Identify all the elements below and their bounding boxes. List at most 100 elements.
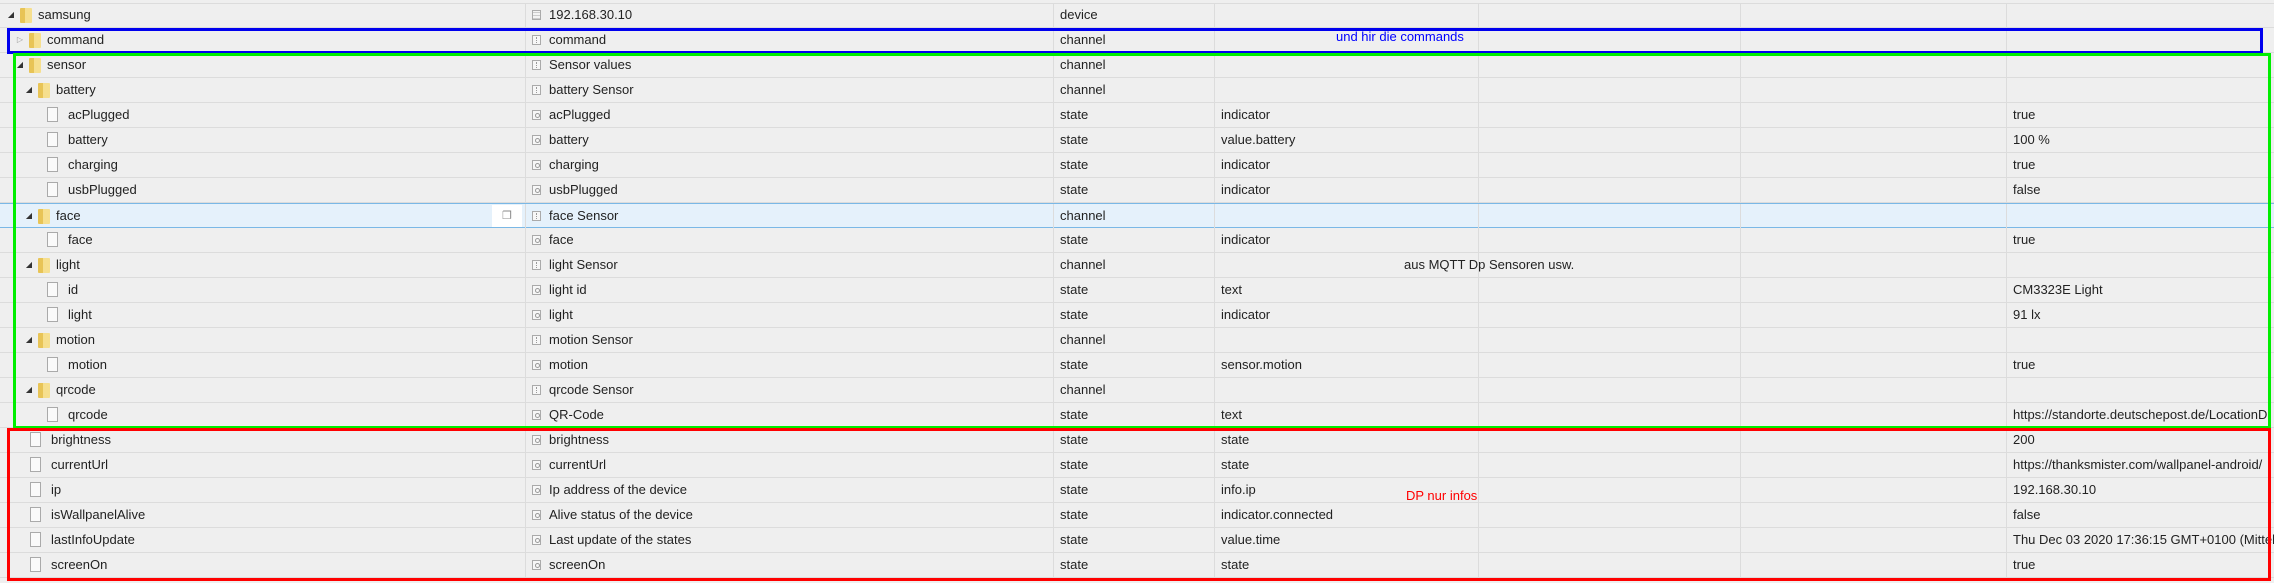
tree-row[interactable]: face face state indicator true [0,228,2274,253]
title-cell: currentUrl [525,453,1053,477]
file-icon [30,432,41,447]
title-cell: acPlugged [525,103,1053,127]
tree-row[interactable]: usbPlugged usbPlugged state indicator false [0,178,2274,203]
object-name: qrcode [68,407,108,422]
room-cell [1478,128,1740,152]
object-title: brightness [549,432,609,447]
collapse-arrow-icon[interactable]: ◢ [24,78,34,102]
tree-row[interactable]: light light state indicator 91 lx [0,303,2274,328]
function-cell [1740,428,2006,452]
tree-row[interactable]: ▷ command command channel [0,28,2274,53]
type-cell: state [1053,403,1214,427]
folder-icon [38,83,50,98]
title-cell: light [525,303,1053,327]
tree-row[interactable]: ◢ sensor Sensor values channel [0,53,2274,78]
tree-row[interactable]: charging charging state indicator true [0,153,2274,178]
title-cell: command [525,28,1053,52]
collapse-arrow-icon[interactable]: ◢ [24,253,34,277]
type-cell: state [1053,503,1214,527]
tree-row[interactable]: ◢ light light Sensor channel [0,253,2274,278]
room-cell [1478,553,1740,577]
value-cell: 200 [2006,428,2274,452]
title-cell: face Sensor [525,204,1053,228]
room-cell [1478,78,1740,102]
object-title: usbPlugged [549,182,618,197]
tree-row[interactable]: currentUrl currentUrl state state https://th… [0,453,2274,478]
function-cell [1740,328,2006,352]
state-icon [532,160,541,170]
channel-icon [532,385,541,395]
function-cell [1740,303,2006,327]
tree-row[interactable]: isWallpanelAlive Alive status of the devi… [0,503,2274,528]
room-cell [1478,328,1740,352]
tree-row[interactable]: ◢ qrcode qrcode Sensor channel [0,378,2274,403]
state-icon [532,485,541,495]
tree-row[interactable]: motion motion state sensor.motion true [0,353,2274,378]
folder-icon [38,333,50,348]
function-cell [1740,78,2006,102]
tree-row[interactable]: lastInfoUpdate Last update of the states s… [0,528,2274,553]
value-cell: true [2006,153,2274,177]
title-cell: brightness [525,428,1053,452]
file-icon [30,532,41,547]
role-cell: indicator [1214,153,1478,177]
collapse-arrow-icon[interactable]: ◢ [24,378,34,402]
object-name: lastInfoUpdate [51,532,135,547]
state-icon [532,560,541,570]
role-cell: state [1214,553,1478,577]
collapse-arrow-icon[interactable]: ◢ [6,3,16,27]
value-cell: CM3323E Light [2006,278,2274,302]
collapse-arrow-icon[interactable]: ◢ [24,328,34,352]
collapse-arrow-icon[interactable]: ◢ [24,204,34,228]
tree-row[interactable]: brightness brightness state state 200 [0,428,2274,453]
object-name: battery [56,82,96,97]
tree-row[interactable]: ◢ samsung 192.168.30.10 device [0,3,2274,28]
name-cell: ◢ battery [0,78,525,102]
object-title: Ip address of the device [549,482,688,497]
function-cell [1740,178,2006,202]
room-cell [1478,178,1740,202]
channel-icon [532,35,541,45]
name-cell: acPlugged [0,103,525,127]
tree-row[interactable]: ◢ face ❐ face Sensor channel [0,203,2274,228]
name-cell: ◢ qrcode [0,378,525,402]
tree-row[interactable]: id light id state text CM3323E Light [0,278,2274,303]
tree-row[interactable]: ◢ motion motion Sensor channel [0,328,2274,353]
type-cell: channel [1053,328,1214,352]
state-icon [532,435,541,445]
object-title: currentUrl [549,457,607,472]
tree-row[interactable]: ◢ battery battery Sensor channel [0,78,2274,103]
folder-icon [29,33,41,48]
file-icon [47,182,58,197]
type-cell: channel [1053,378,1214,402]
tree-row[interactable]: ip Ip address of the device state info.ip 19… [0,478,2274,503]
folder-icon [38,209,50,224]
object-name: samsung [38,7,91,22]
name-cell: screenOn [0,553,525,577]
value-cell: 100 % [2006,128,2274,152]
role-cell: state [1214,453,1478,477]
name-cell: lastInfoUpdate [0,528,525,552]
room-cell [1478,103,1740,127]
collapse-arrow-icon[interactable]: ◢ [15,53,25,77]
tree-row[interactable]: acPlugged acPlugged state indicator true [0,103,2274,128]
room-cell [1478,478,1740,502]
folder-icon [20,8,32,23]
state-icon [532,535,541,545]
tree-row[interactable]: battery battery state value.battery 100 % [0,128,2274,153]
name-cell: qrcode [0,403,525,427]
object-title: acPlugged [549,107,611,122]
expand-arrow-icon[interactable]: ▷ [15,28,25,52]
tree-row[interactable]: screenOn screenOn state state true [0,553,2274,578]
tree-row[interactable]: qrcode QR-Code state text https://standorte.… [0,403,2274,428]
copy-icon[interactable]: ❐ [492,205,522,227]
type-cell: channel [1053,253,1214,277]
function-cell [1740,103,2006,127]
object-title: light Sensor [549,257,618,272]
value-cell: Thu Dec 03 2020 17:36:15 GMT+0100 (Mitte… [2006,528,2274,552]
object-title: qrcode Sensor [549,382,634,397]
state-icon [532,135,541,145]
function-cell [1740,128,2006,152]
name-cell: battery [0,128,525,152]
object-name: ip [51,482,62,497]
